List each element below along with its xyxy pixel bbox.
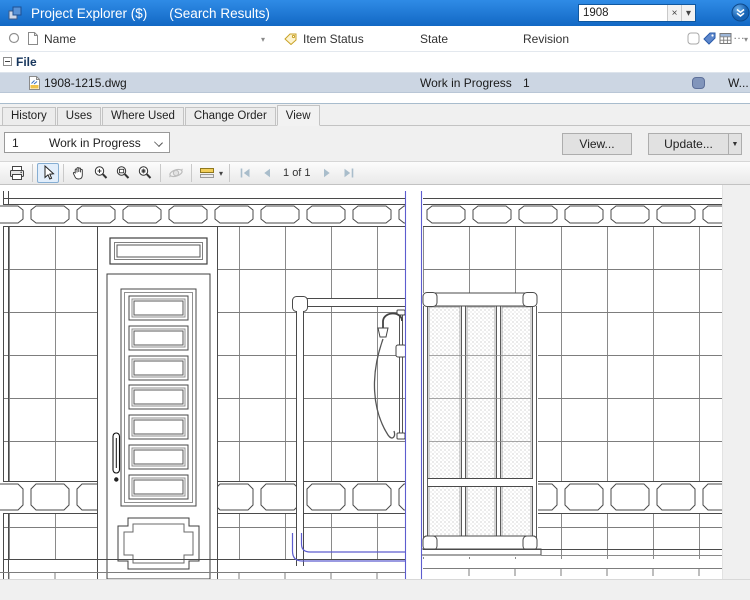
viewer-toolbar: ▾ 1 of 1 — [0, 161, 750, 185]
print-button[interactable] — [6, 163, 28, 183]
tag-column-icon[interactable] — [703, 32, 716, 45]
view-button[interactable]: View... — [562, 133, 632, 155]
item-status-tag-icon — [284, 33, 297, 45]
chevron-down-icon — [154, 138, 163, 147]
column-revision[interactable]: Revision — [523, 32, 569, 46]
search-results-list: Name ▾ Item Status State Revision … ▾ Fi… — [0, 26, 750, 103]
layers-dropdown-icon[interactable]: ▾ — [219, 169, 223, 178]
tab-where-used[interactable]: Where Used — [101, 107, 184, 125]
revision-selector[interactable]: 1 Work in Progress — [4, 132, 170, 153]
cad-preview-canvas[interactable] — [0, 185, 750, 579]
status-badge — [692, 77, 705, 89]
select-tool-button[interactable] — [37, 163, 59, 183]
search-dropdown-icon[interactable]: ▾ — [681, 5, 695, 21]
title-bar: Project Explorer ($) (Search Results) × … — [0, 0, 750, 26]
revision-number: 1 — [12, 136, 19, 150]
view-tab-toolbar: 1 Work in Progress View... Update... ▼ — [0, 126, 750, 162]
collapse-group-icon[interactable] — [3, 57, 12, 66]
checkbox-column-icon[interactable] — [687, 32, 700, 45]
page-indicator: 1 of 1 — [283, 167, 311, 179]
tab-change-order[interactable]: Change Order — [184, 107, 276, 125]
column-item-status[interactable]: Item Status — [303, 32, 364, 46]
previous-page-button-disabled[interactable] — [256, 163, 278, 183]
column-name[interactable]: Name — [44, 32, 76, 46]
tab-view[interactable]: View — [276, 105, 320, 126]
header-filter-icon[interactable]: ▾ — [744, 35, 748, 44]
search-input[interactable] — [579, 5, 667, 21]
window-subtitle: (Search Results) — [169, 5, 270, 21]
search-box: × ▾ — [578, 4, 696, 22]
file-name: 1908-1215.dwg — [44, 76, 127, 90]
first-page-button-disabled[interactable] — [234, 163, 256, 183]
orbit-tool-button-disabled[interactable] — [165, 163, 187, 183]
collapse-panel-button[interactable] — [731, 3, 750, 22]
tab-history[interactable]: History — [2, 107, 56, 125]
group-row-file: File — [0, 53, 750, 71]
detail-tabs: History Uses Where Used Change Order Vie… — [0, 105, 750, 126]
update-dropdown-button[interactable]: ▼ — [728, 133, 742, 155]
cad-drawing — [0, 191, 722, 579]
name-filter-icon[interactable]: ▾ — [261, 35, 265, 44]
zoom-tool-button[interactable] — [90, 163, 112, 183]
view-separator-blue-lines — [404, 191, 423, 579]
zoom-extents-button[interactable] — [134, 163, 156, 183]
tab-uses[interactable]: Uses — [56, 107, 101, 125]
app-icon — [8, 6, 22, 20]
window-title: Project Explorer ($) — [31, 5, 148, 21]
group-label: File — [16, 55, 37, 69]
canvas-bottom-margin — [0, 579, 750, 600]
file-row-selected[interactable]: 1908-1215.dwg Work in Progress 1 W... — [0, 72, 750, 93]
zoom-window-button[interactable] — [112, 163, 134, 183]
last-page-button-disabled[interactable] — [338, 163, 360, 183]
file-trailing-value: W... — [728, 76, 749, 90]
search-clear-icon[interactable]: × — [667, 5, 681, 21]
update-button[interactable]: Update... — [648, 133, 729, 155]
glass-shower-panel — [421, 292, 542, 557]
next-page-button-disabled[interactable] — [316, 163, 338, 183]
canvas-right-margin — [722, 185, 750, 579]
project-explorer-window: Project Explorer ($) (Search Results) × … — [0, 0, 750, 600]
detail-pane: History Uses Where Used Change Order Vie… — [0, 103, 750, 600]
grid-view-icon[interactable] — [719, 32, 732, 45]
layers-button[interactable] — [196, 163, 218, 183]
column-state[interactable]: State — [420, 32, 448, 46]
dwg-file-icon — [29, 76, 40, 90]
document-icon — [28, 32, 38, 45]
column-header-row: Name ▾ Item Status State Revision … ▾ — [0, 26, 750, 52]
file-state: Work in Progress — [420, 76, 512, 90]
door-elevation — [97, 227, 218, 579]
revision-state: Work in Progress — [49, 136, 141, 150]
pan-tool-button[interactable] — [68, 163, 90, 183]
file-revision: 1 — [523, 76, 530, 90]
record-circle-icon — [8, 32, 20, 44]
